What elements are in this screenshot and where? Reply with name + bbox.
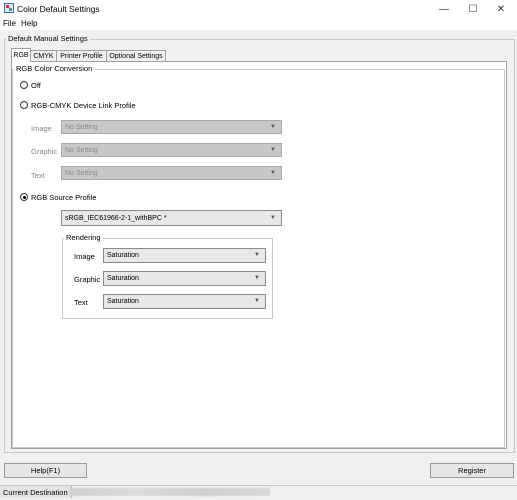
device-link-image-value: No Setting xyxy=(65,123,98,131)
rendering-graphic-label: Graphic xyxy=(74,275,101,284)
help-button[interactable]: Help(F1) xyxy=(4,463,87,478)
chevron-down-icon: ▼ xyxy=(254,275,260,281)
rendering-graphic-select[interactable]: Saturation ▼ xyxy=(103,271,266,286)
device-link-radio[interactable] xyxy=(20,101,28,109)
rendering-graphic-value: Saturation xyxy=(107,275,139,282)
device-link-image-label: Image xyxy=(31,124,52,133)
chevron-down-icon: ▼ xyxy=(270,170,276,176)
source-profile-label: RGB Source Profile xyxy=(31,193,97,202)
chevron-down-icon: ▼ xyxy=(270,147,276,153)
rendering-text-label: Text xyxy=(74,298,88,307)
menu-bar xyxy=(0,18,517,30)
rendering-image-select[interactable]: Saturation ▼ xyxy=(103,248,266,263)
current-destination-value xyxy=(70,488,270,496)
register-button[interactable]: Register xyxy=(430,463,514,478)
device-link-label: RGB-CMYK Device Link Profile xyxy=(31,101,136,110)
rendering-image-value: Saturation xyxy=(107,252,139,259)
rgb-color-conversion-title: RGB Color Conversion xyxy=(14,64,95,73)
app-icon xyxy=(4,3,14,13)
off-label: Off xyxy=(31,81,41,90)
chevron-down-icon: ▼ xyxy=(270,124,276,130)
rendering-text-value: Saturation xyxy=(107,298,139,305)
close-button[interactable]: ✕ xyxy=(485,0,517,18)
device-link-text-value: No Setting xyxy=(65,169,98,177)
menu-file[interactable]: File xyxy=(3,19,16,28)
chevron-down-icon: ▼ xyxy=(270,215,276,221)
device-link-graphic-value: No Setting xyxy=(65,146,98,154)
device-link-text-select[interactable]: No Setting ▼ xyxy=(61,166,282,180)
source-profile-select[interactable]: sRGB_IEC61966-2-1_withBPC * ▼ xyxy=(61,210,282,226)
source-profile-value: sRGB_IEC61966-2-1_withBPC * xyxy=(65,214,167,222)
window-title: Color Default Settings xyxy=(17,4,100,14)
device-link-graphic-label: Graphic xyxy=(31,147,58,156)
rendering-title: Rendering xyxy=(64,233,103,242)
menu-help[interactable]: Help xyxy=(21,19,37,28)
source-profile-radio[interactable] xyxy=(20,193,28,201)
device-link-image-select[interactable]: No Setting ▼ xyxy=(61,120,282,134)
tab-rgb[interactable]: RGB xyxy=(11,48,31,62)
group-title: Default Manual Settings xyxy=(6,34,90,43)
rendering-image-label: Image xyxy=(74,252,95,261)
device-link-graphic-select[interactable]: No Setting ▼ xyxy=(61,143,282,157)
device-link-text-label: Text xyxy=(31,171,45,180)
rendering-text-select[interactable]: Saturation ▼ xyxy=(103,294,266,309)
current-destination-label: Current Destination xyxy=(0,486,72,498)
minimize-button[interactable]: — xyxy=(428,0,460,18)
chevron-down-icon: ▼ xyxy=(254,298,260,304)
off-radio[interactable] xyxy=(20,81,28,89)
chevron-down-icon: ▼ xyxy=(254,252,260,258)
